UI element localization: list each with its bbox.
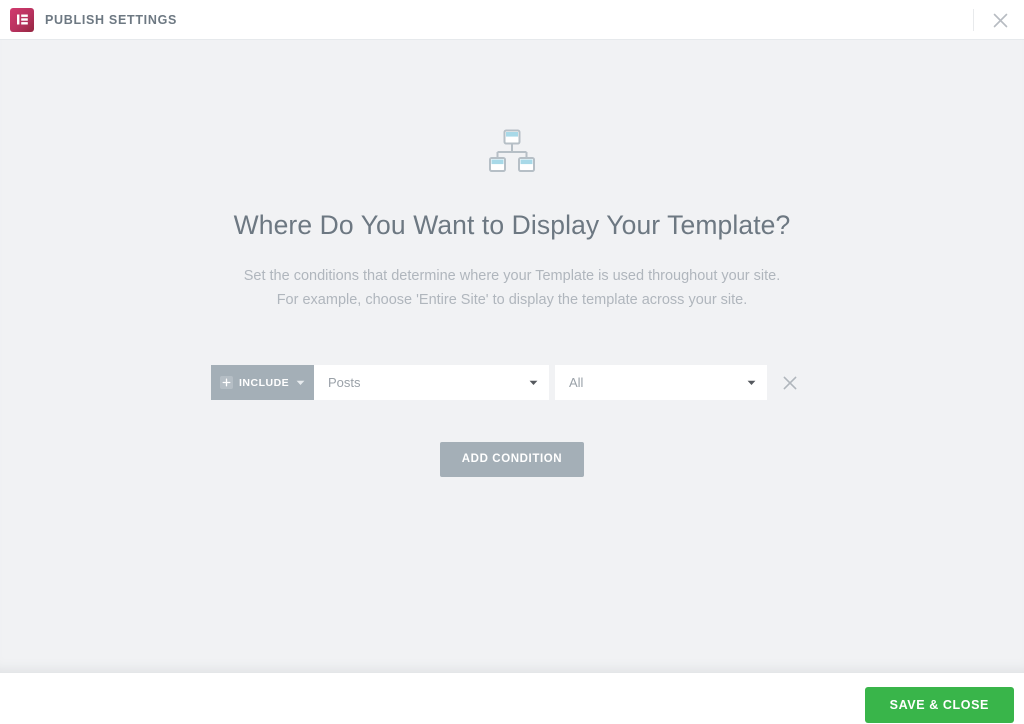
- dialog-body: Where Do You Want to Display Your Templa…: [0, 40, 1024, 673]
- chevron-down-icon: [747, 380, 756, 386]
- condition-scope-select[interactable]: All: [555, 365, 767, 400]
- page-title: PUBLISH SETTINGS: [45, 12, 178, 27]
- sitemap-icon: [484, 125, 540, 181]
- add-condition-area: ADD CONDITION: [0, 442, 1024, 477]
- add-condition-button[interactable]: ADD CONDITION: [439, 442, 585, 477]
- hero-description-line-1: Set the conditions that determine where …: [243, 268, 781, 284]
- condition-object-value: Posts: [328, 375, 361, 390]
- close-icon[interactable]: [984, 5, 1016, 35]
- condition-scope-value: All: [569, 375, 584, 390]
- hero-description: Set the conditions that determine where …: [162, 264, 862, 312]
- condition-row: INCLUDE Posts All: [211, 365, 801, 400]
- hero-title: Where Do You Want to Display Your Templa…: [233, 210, 791, 240]
- condition-type-select[interactable]: INCLUDE: [211, 365, 314, 400]
- plus-icon: [220, 376, 233, 389]
- dialog-footer: SAVE & CLOSE: [0, 673, 1024, 724]
- hero-section: Where Do You Want to Display Your Templa…: [0, 40, 1024, 312]
- header-brand: PUBLISH SETTINGS: [10, 0, 177, 39]
- header-divider: [973, 9, 974, 31]
- remove-condition-icon[interactable]: [779, 372, 801, 394]
- condition-type-label: INCLUDE: [239, 376, 290, 389]
- condition-object-select[interactable]: Posts: [314, 365, 549, 400]
- publish-settings-dialog: PUBLISH SETTINGS Where Do You Want to Di…: [0, 0, 1024, 724]
- chevron-down-icon: [296, 380, 305, 386]
- dialog-header: PUBLISH SETTINGS: [0, 0, 1024, 40]
- elementor-logo-icon: [10, 7, 34, 32]
- chevron-down-icon: [529, 380, 538, 386]
- save-and-close-button[interactable]: SAVE & CLOSE: [864, 687, 1014, 723]
- hero-description-line-2: For example, choose 'Entire Site' to dis…: [276, 292, 748, 308]
